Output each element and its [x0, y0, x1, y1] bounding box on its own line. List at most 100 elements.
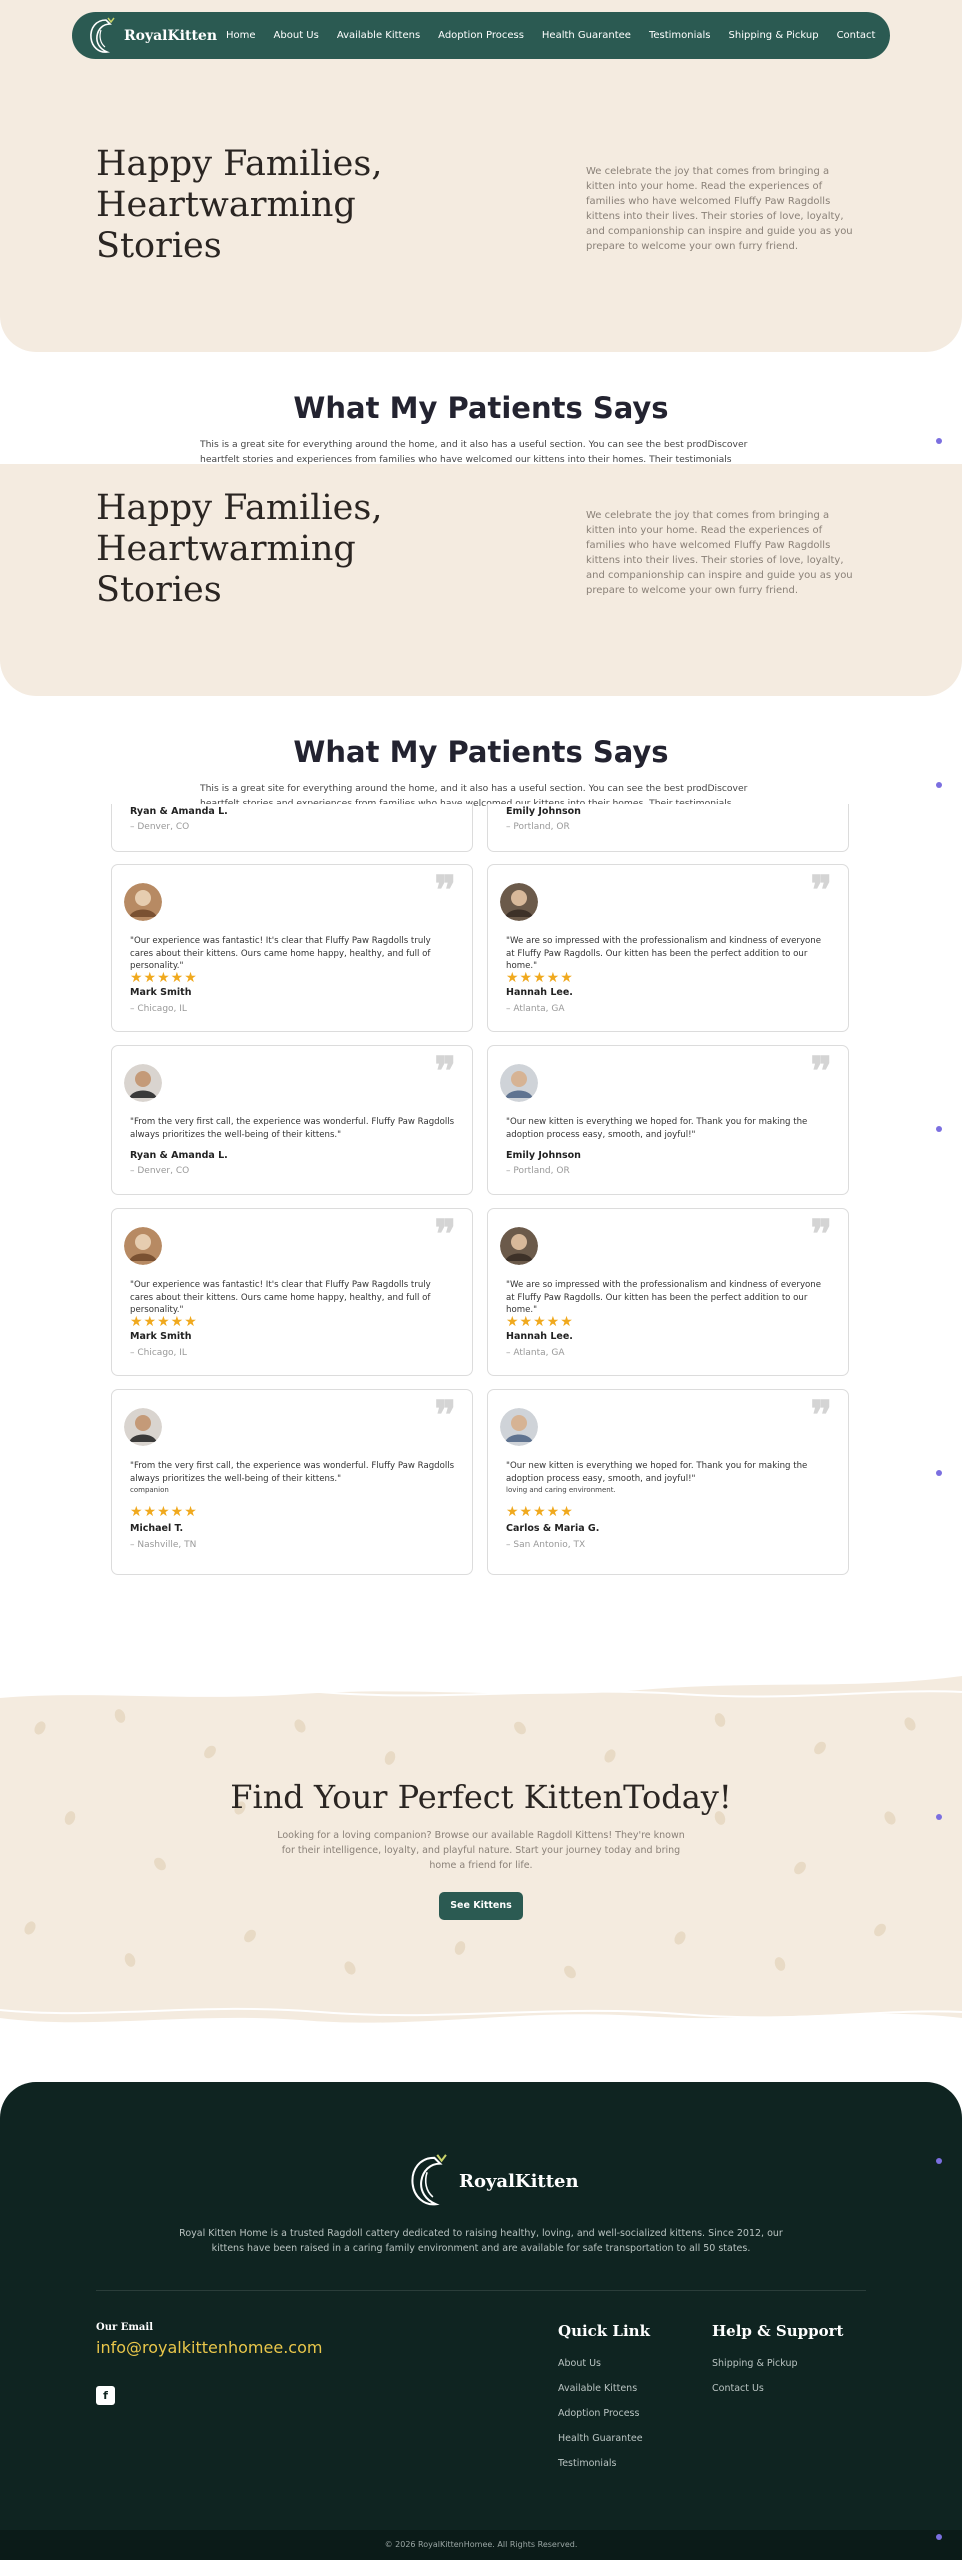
footer-brand-logo[interactable]: RoyalKitten	[405, 2152, 579, 2210]
testimonial-text: "Our new kitten is everything we hoped f…	[506, 1117, 808, 1140]
quote-icon: ❞	[434, 1392, 456, 1439]
hero-title: Happy Families, Heartwarming Stories	[96, 488, 383, 610]
reviewer-avatar	[124, 1227, 162, 1265]
cta-description: Looking for a loving companion? Browse o…	[277, 1830, 685, 1871]
footer-link-testimonials[interactable]: Testimonials	[558, 2458, 616, 2469]
hero-description: We celebrate the joy that comes from bri…	[586, 166, 853, 252]
quote-icon: ❞	[810, 1211, 832, 1258]
testimonials-title: What My Patients Says	[293, 391, 669, 425]
email-link[interactable]: info@royalkittenhomee.com	[96, 2338, 322, 2357]
testimonial-card: ❞ "Our experience was fantastic! It's cl…	[111, 864, 473, 1032]
cat-logo-icon	[411, 2154, 447, 2206]
star-rating: ★★★★★	[130, 1314, 198, 1330]
star-rating: ★★★★★	[506, 1314, 574, 1330]
reviewer-avatar	[500, 1064, 538, 1102]
email-label: Our Email	[96, 2322, 154, 2333]
nav-item-home[interactable]: Home	[217, 30, 265, 41]
star-rating: ★★★★★	[130, 1504, 198, 1520]
footer-link-contact-us[interactable]: Contact Us	[712, 2383, 764, 2394]
quote-icon: ❞	[434, 867, 456, 914]
scroll-indicator-dot	[936, 782, 942, 788]
reviewer-name: Mark Smith	[130, 1331, 192, 1342]
reviewer-name: Ryan & Amanda L.	[130, 806, 228, 817]
star-rating: ★★★★★	[506, 970, 574, 986]
nav-item-adoption-process[interactable]: Adoption Process	[429, 30, 533, 41]
copyright-bar: © 2026 RoyalKittenHomee. All Rights Rese…	[0, 2530, 962, 2560]
testimonial-card: ❞ "Our new kitten is everything we hoped…	[487, 1389, 849, 1575]
testimonial-card: ❞ "Our new kitten is everything we hoped…	[487, 1045, 849, 1195]
cta-title: Find Your Perfect KittenToday!	[230, 1778, 732, 1816]
reviewer-name: Michael T.	[130, 1523, 184, 1534]
nav-item-contact[interactable]: Contact	[828, 30, 885, 41]
nav-item-shipping-pickup[interactable]: Shipping & Pickup	[720, 30, 828, 41]
nav-menu: Home About Us Available Kittens Adoption…	[217, 30, 884, 41]
testimonial-text: "Our experience was fantastic! It's clea…	[130, 1280, 431, 1315]
hero-section-duplicate: Happy Families, Heartwarming Stories We …	[0, 464, 962, 696]
copyright-text: © 2026 RoyalKittenHomee. All Rights Rese…	[384, 2540, 578, 2549]
scroll-indicator-dot	[936, 1126, 942, 1132]
footer-about-text: Royal Kitten Home is a trusted Ragdoll c…	[179, 2228, 783, 2254]
quick-link-heading: Quick Link	[558, 2322, 650, 2340]
footer-link-about-us[interactable]: About Us	[558, 2358, 601, 2369]
footer-link-adoption-process[interactable]: Adoption Process	[558, 2408, 639, 2419]
reviewer-location: – Portland, OR	[506, 1166, 570, 1176]
nav-item-available-kittens[interactable]: Available Kittens	[328, 30, 429, 41]
reviewer-location: – Atlanta, GA	[506, 1004, 565, 1014]
facebook-icon[interactable]: f	[96, 2386, 115, 2405]
testimonial-card: ❞ "We are so impressed with the professi…	[487, 864, 849, 1032]
reviewer-location: – Chicago, IL	[130, 1348, 187, 1358]
reviewer-name: Hannah Lee.	[506, 1331, 573, 1342]
testimonial-text: "From the very first call, the experienc…	[130, 1461, 455, 1484]
reviewer-avatar	[500, 1227, 538, 1265]
reviewer-avatar	[124, 883, 162, 921]
hero-description: We celebrate the joy that comes from bri…	[586, 510, 853, 596]
quote-icon: ❞	[434, 1048, 456, 1095]
footer-link-health-guarantee[interactable]: Health Guarantee	[558, 2433, 643, 2444]
scroll-indicator-dot	[936, 1814, 942, 1820]
reviewer-location: – Atlanta, GA	[506, 1348, 565, 1358]
scroll-indicator-dot	[936, 438, 942, 444]
reviewer-location: – Chicago, IL	[130, 1004, 187, 1014]
testimonial-card: ❞ "Our experience was fantastic! It's cl…	[111, 1208, 473, 1376]
reviewer-name: Ryan & Amanda L.	[130, 1150, 228, 1161]
reviewer-name: Carlos & Maria G.	[506, 1523, 600, 1534]
footer-link-available-kittens[interactable]: Available Kittens	[558, 2383, 637, 2394]
overlapping-text-fragment: companion	[130, 1486, 169, 1494]
help-support-heading: Help & Support	[712, 2322, 844, 2340]
scroll-indicator-dot	[936, 1470, 942, 1476]
nav-item-health-guarantee[interactable]: Health Guarantee	[533, 30, 640, 41]
overlapping-text-fragment: loving and caring environment.	[506, 1486, 616, 1494]
testimonial-text: "We are so impressed with the profession…	[506, 1280, 822, 1315]
footer-divider	[96, 2290, 866, 2291]
brand-logo[interactable]: RoyalKitten	[86, 16, 217, 56]
nav-item-about-us[interactable]: About Us	[265, 30, 328, 41]
testimonials-description: This is a great site for everything arou…	[200, 439, 748, 464]
testimonial-text: "We are so impressed with the profession…	[506, 936, 822, 971]
reviewer-avatar	[500, 1408, 538, 1446]
quote-icon: ❞	[434, 1211, 456, 1258]
scroll-indicator-dot	[936, 2158, 942, 2164]
reviewer-avatar	[500, 883, 538, 921]
star-rating: ★★★★★	[130, 970, 198, 986]
testimonial-card-partial: Emily Johnson – Portland, OR	[487, 804, 849, 852]
testimonial-card: ❞ "From the very first call, the experie…	[111, 1045, 473, 1195]
reviewer-name: Hannah Lee.	[506, 987, 573, 998]
reviewer-name: Mark Smith	[130, 987, 192, 998]
nav-item-testimonials[interactable]: Testimonials	[640, 30, 720, 41]
testimonial-text: "From the very first call, the experienc…	[130, 1117, 455, 1140]
footer-link-shipping-pickup[interactable]: Shipping & Pickup	[712, 2358, 798, 2369]
testimonial-card: ❞ "We are so impressed with the professi…	[487, 1208, 849, 1376]
cat-logo-icon	[90, 17, 115, 53]
top-navbar: RoyalKitten Home About Us Available Kitt…	[72, 12, 890, 59]
testimonial-card: ❞ "From the very first call, the experie…	[111, 1389, 473, 1575]
footer-brand-name: RoyalKitten	[459, 2170, 579, 2192]
testimonial-text: "Our experience was fantastic! It's clea…	[130, 936, 431, 971]
testimonial-card-partial: Ryan & Amanda L. – Denver, CO	[111, 804, 473, 852]
reviewer-avatar	[124, 1064, 162, 1102]
reviewer-location: – Nashville, TN	[130, 1540, 197, 1550]
see-kittens-button[interactable]: See Kittens	[439, 1892, 523, 1920]
reviewer-location: – San Antonio, TX	[506, 1540, 586, 1550]
reviewer-avatar	[124, 1408, 162, 1446]
testimonial-text: "Our new kitten is everything we hoped f…	[506, 1461, 808, 1484]
star-rating: ★★★★★	[506, 1504, 574, 1520]
